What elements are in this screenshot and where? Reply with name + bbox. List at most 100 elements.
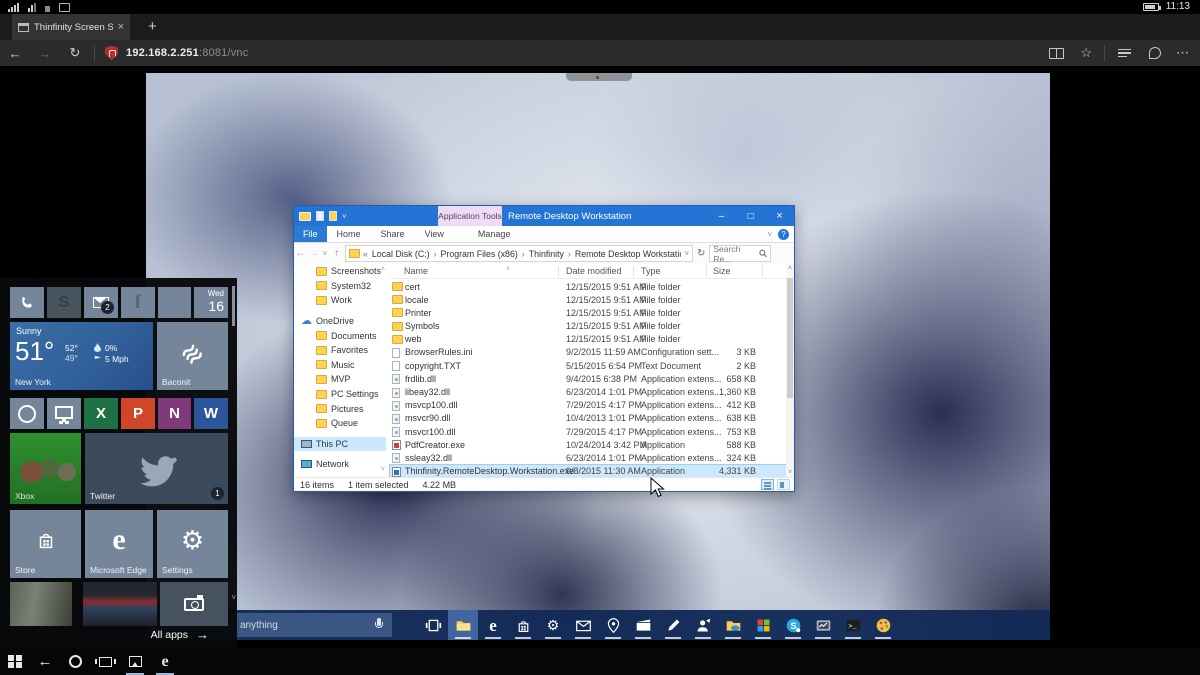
url-field[interactable]: 192.168.2.251:8081/vnc xyxy=(126,47,248,59)
file-row[interactable]: frdlib.dll9/4/2015 6:38 PMApplication ex… xyxy=(390,372,786,385)
file-row[interactable]: Thinfinity.RemoteDesktop.Workstation.exe… xyxy=(390,465,786,478)
scroll-thumb[interactable] xyxy=(787,278,793,398)
column-header-name[interactable]: Name xyxy=(404,266,428,276)
explorer-taskbar-button[interactable] xyxy=(448,610,478,640)
breadcrumb[interactable]: «Local Disk (C:)›Program Files (x86)›Thi… xyxy=(345,245,693,262)
sidebar-item-system32[interactable]: System32 xyxy=(294,279,386,294)
tile-twitter[interactable]: Twitter 1 xyxy=(85,433,228,504)
taskview-taskbar-button[interactable] xyxy=(418,610,448,640)
address-refresh-icon[interactable]: ↻ xyxy=(697,248,705,259)
site-security-shield-icon[interactable] xyxy=(105,46,118,61)
tile-outlook[interactable]: 2 xyxy=(84,287,118,318)
file-row[interactable]: msvcr100.dll7/29/2015 4:17 PMApplication… xyxy=(390,425,786,438)
tile-phone[interactable] xyxy=(10,287,44,318)
file-row[interactable]: msvcr90.dll10/4/2013 1:01 PMApplication … xyxy=(390,412,786,425)
minimize-button[interactable]: – xyxy=(707,206,736,226)
file-row[interactable]: msvcp100.dll7/29/2015 4:17 PMApplication… xyxy=(390,399,786,412)
maximize-button[interactable]: □ xyxy=(736,206,765,226)
sidebar-item-this-pc[interactable]: This PC xyxy=(294,437,386,452)
nav-back-icon[interactable]: ← xyxy=(294,248,307,259)
column-header-date[interactable]: Date modified xyxy=(566,266,622,276)
file-row[interactable]: ssleay32.dll6/23/2014 1:01 PMApplication… xyxy=(390,451,786,464)
thinfinity-toolbar-tab[interactable] xyxy=(566,73,632,81)
tile-baconit[interactable]: Baconit xyxy=(157,322,228,390)
remote-desktop-screen[interactable]: ˅ Application Tools Remote Desktop Works… xyxy=(146,73,1050,640)
tile-photo[interactable] xyxy=(83,582,157,626)
task-view-button[interactable] xyxy=(90,648,120,675)
new-tab-button[interactable]: + xyxy=(148,18,157,35)
breadcrumb-segments[interactable]: «Local Disk (C:)›Program Files (x86)›Thi… xyxy=(363,249,681,259)
file-row[interactable]: locale12/15/2015 9:51 AMFile folder xyxy=(390,293,786,306)
microphone-icon[interactable] xyxy=(375,618,383,631)
file-row[interactable]: libeay32.dll6/23/2014 1:01 PMApplication… xyxy=(390,386,786,399)
sidebar-item-work[interactable]: Work xyxy=(294,293,386,308)
tile-store[interactable]: Store xyxy=(10,510,81,578)
money-taskbar-button[interactable] xyxy=(808,610,838,640)
people-taskbar-button[interactable] xyxy=(688,610,718,640)
tile-edge[interactable]: e Microsoft Edge xyxy=(85,510,153,578)
edge-app-button[interactable]: e xyxy=(150,648,180,675)
tile-powerpoint[interactable]: P xyxy=(121,398,155,429)
maps-taskbar-button[interactable] xyxy=(598,610,628,640)
sidebar-item-onedrive[interactable]: ☁OneDrive xyxy=(294,314,386,329)
mail-taskbar-button[interactable] xyxy=(568,610,598,640)
nav-recent-icon[interactable]: ˅ xyxy=(320,249,330,258)
pen-taskbar-button[interactable] xyxy=(658,610,688,640)
sidebar-item-pc-settings[interactable]: PC Settings xyxy=(294,387,386,402)
scroll-up-icon[interactable]: ˄ xyxy=(786,265,794,272)
sidebar-item-queue[interactable]: Queue xyxy=(294,416,386,431)
file-row[interactable]: web12/15/2015 9:51 AMFile folder xyxy=(390,333,786,346)
ribbon-tab-share[interactable]: Share xyxy=(371,226,415,242)
palette-taskbar-button[interactable] xyxy=(868,610,898,640)
tile-xbox[interactable]: Xbox xyxy=(10,433,81,504)
application-tools-contextual-tab[interactable]: Application Tools xyxy=(438,206,502,226)
file-row[interactable]: Symbols12/15/2015 9:51 AMFile folder xyxy=(390,320,786,333)
ribbon-tab-file[interactable]: File xyxy=(294,226,327,242)
breadcrumb-dropdown-icon[interactable]: ˅ xyxy=(684,249,689,258)
sidebar-item-music[interactable]: Music xyxy=(294,358,386,373)
tile-skype[interactable]: S xyxy=(47,287,81,318)
breadcrumb-segment[interactable]: Program Files (x86) xyxy=(441,249,518,259)
tile-photo[interactable] xyxy=(10,582,72,626)
start-button[interactable] xyxy=(0,648,30,675)
close-button[interactable]: × xyxy=(765,206,794,226)
ribbon-expand-icon[interactable]: ˅ xyxy=(767,230,772,239)
tab-close-icon[interactable]: × xyxy=(118,21,124,33)
tile-camera[interactable] xyxy=(160,582,228,626)
qat-properties-icon[interactable] xyxy=(316,211,324,221)
qat-new-folder-icon[interactable] xyxy=(329,211,337,221)
reading-view-icon[interactable] xyxy=(1049,48,1064,59)
hub-icon[interactable] xyxy=(1118,49,1131,58)
all-apps-button[interactable]: All apps → xyxy=(151,627,209,642)
sidebar-item-mvp[interactable]: MVP xyxy=(294,372,386,387)
file-row[interactable]: cert12/15/2015 9:51 AMFile folder xyxy=(390,280,786,293)
tile-onenote[interactable]: N xyxy=(158,398,191,429)
share-icon[interactable] xyxy=(1149,47,1161,59)
file-row[interactable]: Printer12/15/2015 9:51 AMFile folder xyxy=(390,306,786,319)
cmd-taskbar-button[interactable]: >_ xyxy=(838,610,868,640)
tile-calendar[interactable]: Wed 16 xyxy=(194,287,228,318)
thumbnails-view-button[interactable] xyxy=(777,479,790,490)
tile-connect[interactable] xyxy=(47,398,81,429)
search-input[interactable]: Search Re... xyxy=(709,245,771,262)
settings-taskbar-button[interactable]: ⚙ xyxy=(538,610,568,640)
breadcrumb-segment[interactable]: Local Disk (C:) xyxy=(372,249,430,259)
file-row[interactable]: copyright.TXT5/15/2015 6:54 PMText Docum… xyxy=(390,359,786,372)
ribbon-tab-manage[interactable]: Manage xyxy=(468,226,521,242)
store-taskbar-button[interactable] xyxy=(508,610,538,640)
file-row[interactable]: PdfCreator.exe10/24/2014 3:42 PMApplicat… xyxy=(390,438,786,451)
explorer-title-bar[interactable]: ˅ Application Tools Remote Desktop Works… xyxy=(294,206,794,226)
folder-cloud-taskbar-button[interactable] xyxy=(718,610,748,640)
tile-settings[interactable]: ⚙ Settings xyxy=(157,510,228,578)
sidebar-item-network[interactable]: Network xyxy=(294,457,386,472)
breadcrumb-segment[interactable]: Remote Desktop Workstation xyxy=(575,249,681,259)
tile-weather[interactable]: Sunny 51° 52° 49° 0% 5 Mph New York xyxy=(10,322,153,390)
more-options-icon[interactable]: ⋯ xyxy=(1176,45,1190,61)
movies-taskbar-button[interactable] xyxy=(628,610,658,640)
breadcrumb-segment[interactable]: Thinfinity xyxy=(529,249,564,259)
tile-facebook[interactable]: f xyxy=(121,287,155,318)
browser-tab[interactable]: Thinfinity Screen Sharing × xyxy=(12,14,130,40)
nav-up-icon[interactable]: ↑ xyxy=(330,248,343,259)
cortana-button[interactable] xyxy=(60,648,90,675)
photos-app-button[interactable] xyxy=(120,648,150,675)
